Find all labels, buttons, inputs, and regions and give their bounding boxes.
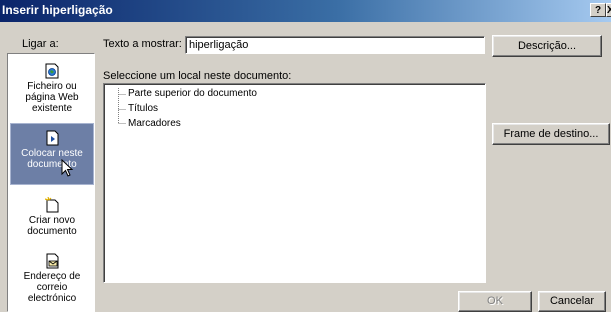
- link-to-item-line: Endereço de: [23, 271, 81, 282]
- link-to-item-line: Ficheiro ou: [27, 81, 77, 92]
- link-to-place-in-document[interactable]: Colocar neste documento: [10, 123, 94, 185]
- window-title: Inserir hiperligação: [2, 3, 113, 17]
- link-to-item-line: electrónico: [27, 293, 77, 304]
- tree-lines: [118, 88, 126, 124]
- cancel-button[interactable]: Cancelar: [538, 291, 606, 312]
- tree-item-bookmarks[interactable]: Marcadores: [128, 118, 181, 129]
- link-to-item-line: Colocar neste: [21, 148, 83, 159]
- description-button[interactable]: Descrição...: [492, 35, 602, 57]
- tree-item-headings[interactable]: Títulos: [128, 103, 158, 114]
- web-page-icon: [45, 63, 59, 79]
- mouse-cursor-icon: [61, 159, 74, 177]
- ok-button[interactable]: OK: [458, 291, 532, 312]
- text-to-display-label: Texto a mostrar:: [103, 38, 182, 50]
- link-to-item-line: Criar novo: [28, 215, 76, 226]
- text-to-display-input[interactable]: hiperligação: [185, 36, 485, 54]
- document-place-icon: [46, 130, 59, 146]
- text-to-display-value: hiperligação: [189, 39, 249, 51]
- link-to-existing-file-or-web-page[interactable]: Ficheiro ou página Web existente: [10, 60, 94, 122]
- tree-item-top-of-document[interactable]: Parte superior do documento: [128, 88, 257, 99]
- close-button[interactable]: X: [606, 3, 611, 17]
- link-to-bar: Ficheiro ou página Web existente Colocar…: [7, 53, 95, 312]
- link-to-item-line: documento: [27, 226, 77, 237]
- document-places-tree[interactable]: Parte superior do documento Títulos Marc…: [103, 83, 486, 283]
- link-to-item-line: existente: [31, 103, 73, 114]
- title-bar[interactable]: Inserir hiperligação ? X: [0, 0, 611, 22]
- link-to-email-address[interactable]: Endereço de correio electrónico: [10, 250, 94, 310]
- target-frame-button[interactable]: Frame de destino...: [492, 123, 610, 145]
- select-place-label: Seleccione um local neste documento:: [103, 70, 292, 82]
- link-to-item-line: página Web: [25, 92, 79, 103]
- link-to-item-line: correio: [36, 282, 68, 293]
- link-to-label: Ligar a:: [22, 38, 59, 50]
- insert-hyperlink-dialog: Inserir hiperligação ? X Ligar a: Fichei…: [0, 0, 611, 312]
- help-button[interactable]: ?: [590, 3, 606, 17]
- new-document-icon: [45, 197, 59, 213]
- link-to-create-new-document[interactable]: Criar novo documento: [10, 194, 94, 244]
- email-icon: [46, 253, 59, 269]
